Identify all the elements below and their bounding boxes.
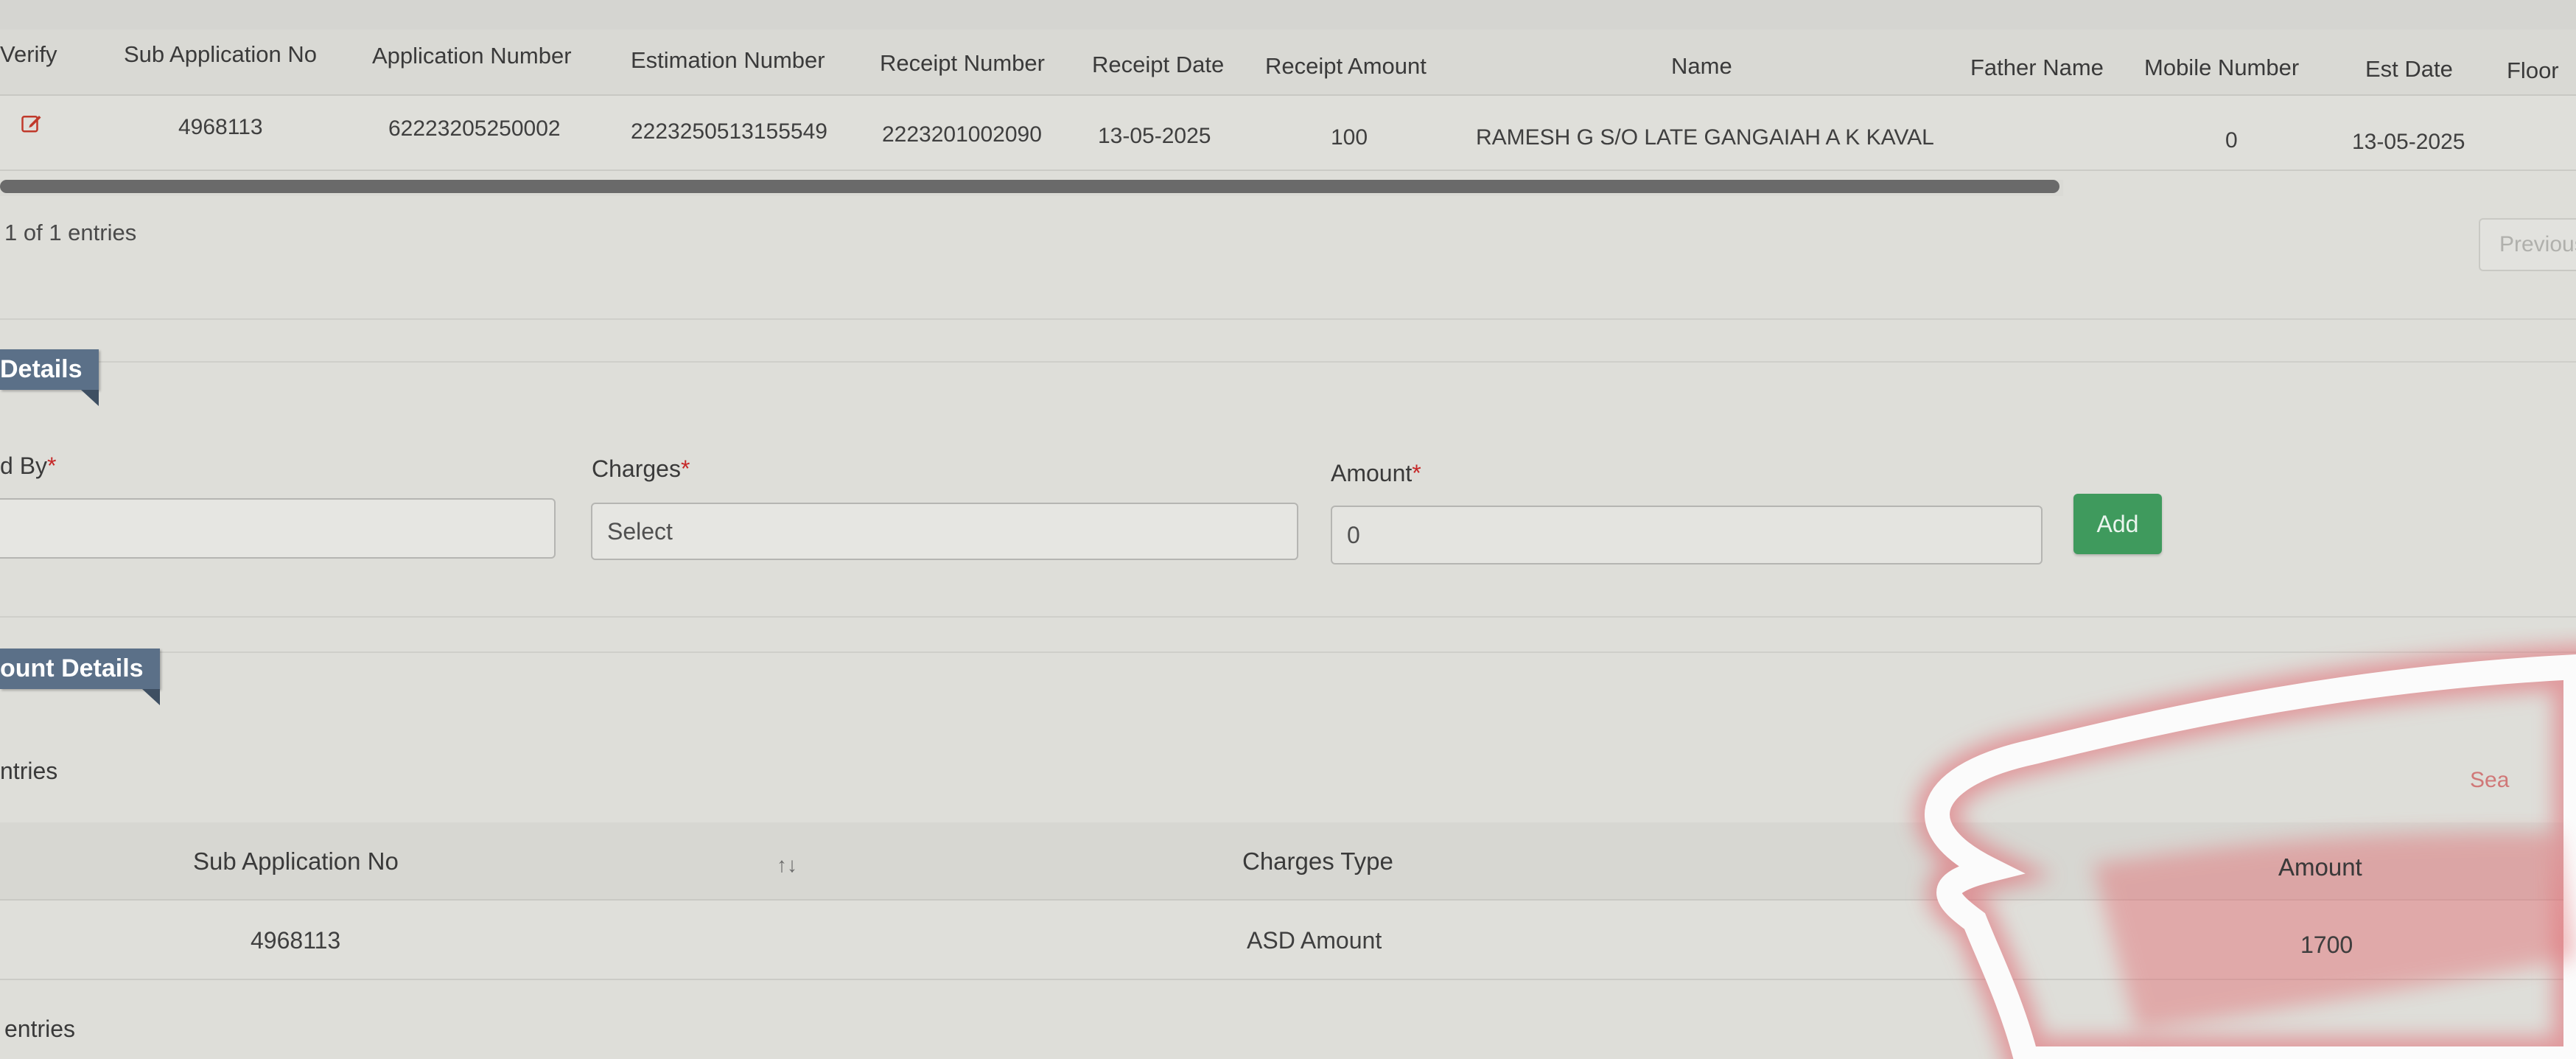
header-amount-overlay: Amount — [2278, 853, 2362, 881]
highlight-mark — [1915, 644, 2576, 1059]
cell-amount-overlay: 1700 — [2300, 932, 2353, 958]
